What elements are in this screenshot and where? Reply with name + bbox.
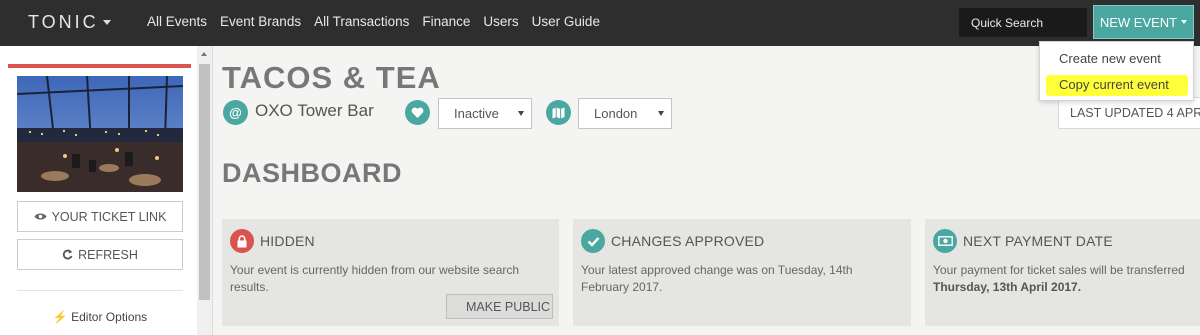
map-icon — [546, 100, 571, 125]
hidden-status-card: HIDDEN Your event is currently hidden fr… — [222, 219, 559, 326]
city-selected-value: London — [594, 106, 638, 121]
select-caret-icon — [658, 111, 664, 116]
refresh-button[interactable]: REFRESH — [17, 239, 183, 270]
payment-date: Thursday, 13th April 2017. — [933, 280, 1082, 294]
top-navbar: TONIC All Events Event Brands All Transa… — [0, 0, 1200, 46]
new-event-label: NEW EVENT — [1099, 14, 1178, 30]
caret-down-icon — [1181, 20, 1188, 24]
dashboard-heading: DASHBOARD — [222, 158, 402, 188]
scrollbar-thumb[interactable] — [199, 64, 210, 300]
nav-link-all-transactions[interactable]: All Transactions — [314, 14, 409, 29]
ticket-link-label: YOUR TICKET LINK — [51, 209, 167, 224]
card-heading: NEXT PAYMENT DATE — [963, 233, 1113, 249]
card-heading: HIDDEN — [260, 233, 315, 249]
next-payment-card: NEXT PAYMENT DATE Your payment for ticke… — [925, 219, 1200, 326]
bolt-icon: ⚡ — [52, 310, 68, 324]
at-sign-icon: @ — [223, 100, 248, 125]
nav-link-event-brands[interactable]: Event Brands — [220, 14, 301, 29]
event-sidebar: YOUR TICKET LINK REFRESH ⚡ Editor Option… — [0, 46, 213, 335]
card-description: Your event is currently hidden from our … — [230, 263, 520, 294]
new-event-dropdown-menu: Create new event Copy current event — [1039, 41, 1194, 101]
refresh-icon — [63, 249, 73, 260]
changes-approved-card: CHANGES APPROVED Your latest approved ch… — [573, 219, 911, 326]
event-title: TACOS & TEA — [222, 60, 441, 95]
tonic-logo[interactable]: TONIC — [28, 12, 99, 33]
sidebar-divider — [17, 290, 183, 291]
editor-options-label: Editor Options — [71, 310, 148, 324]
menu-item-copy-current-event[interactable]: Copy current event — [1057, 76, 1173, 94]
event-venue-photo — [17, 76, 183, 192]
status-accent-bar — [8, 64, 191, 68]
your-ticket-link-button[interactable]: YOUR TICKET LINK — [17, 201, 183, 232]
menu-item-create-new-event[interactable]: Create new event — [1059, 51, 1161, 66]
eye-icon — [34, 213, 47, 220]
nav-link-user-guide[interactable]: User Guide — [532, 14, 600, 29]
check-icon — [581, 229, 605, 253]
select-caret-icon — [518, 111, 524, 116]
lock-icon — [230, 229, 254, 253]
payment-text-prefix: Your payment for ticket sales will be tr… — [933, 263, 1185, 277]
last-updated-badge: LAST UPDATED 4 APR — [1058, 97, 1200, 129]
venue-name[interactable]: OXO Tower Bar — [255, 101, 374, 121]
nav-link-users[interactable]: Users — [483, 14, 518, 29]
card-heading: CHANGES APPROVED — [611, 233, 765, 249]
card-description: Your latest approved change was on Tuesd… — [581, 263, 853, 294]
nav-link-all-events[interactable]: All Events — [147, 14, 207, 29]
money-icon — [933, 229, 957, 253]
nav-link-finance[interactable]: Finance — [422, 14, 470, 29]
scroll-up-arrow-icon[interactable] — [201, 52, 207, 56]
card-description: Your payment for ticket sales will be tr… — [933, 262, 1200, 296]
logo-dropdown-caret-icon[interactable] — [103, 20, 111, 25]
heart-icon — [405, 100, 430, 125]
make-public-button[interactable]: MAKE PUBLIC — [446, 294, 553, 319]
status-select[interactable]: Inactive — [438, 98, 532, 129]
quick-search-input[interactable] — [959, 8, 1087, 37]
editor-options-toggle[interactable]: ⚡ Editor Options — [17, 310, 183, 324]
main-nav-links: All Events Event Brands All Transactions… — [147, 14, 600, 29]
sidebar-scrollbar[interactable] — [197, 46, 212, 335]
refresh-label: REFRESH — [78, 247, 138, 262]
new-event-button[interactable]: NEW EVENT — [1093, 5, 1194, 39]
status-selected-value: Inactive — [454, 106, 499, 121]
city-select[interactable]: London — [578, 98, 672, 129]
